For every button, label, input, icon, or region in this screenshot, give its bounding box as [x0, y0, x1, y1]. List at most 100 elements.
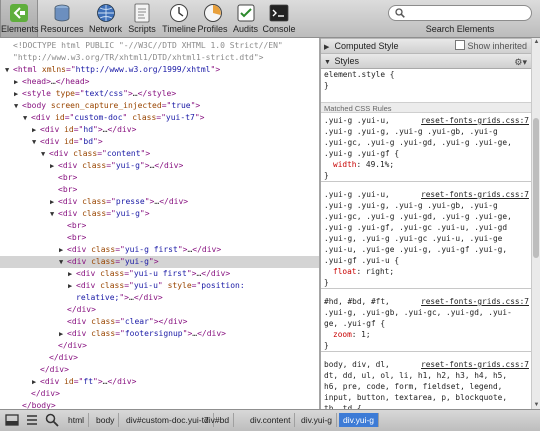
property-value[interactable]: right; [366, 267, 394, 276]
dom-node[interactable]: </div> [0, 304, 319, 316]
tab-profiles[interactable]: Profiles [196, 0, 229, 37]
breadcrumb-item[interactable]: div.yui-g [297, 413, 338, 427]
dom-node[interactable]: relative;">…</div> [0, 292, 319, 304]
element-style-rule[interactable]: element.style { } [321, 69, 531, 91]
scroll-up-icon[interactable]: ▲ [533, 38, 540, 46]
breadcrumb-item[interactable]: body [92, 413, 120, 427]
collapsed-arrow-icon[interactable]: ▶ [50, 196, 58, 208]
dom-node[interactable]: ▶ <div class="yui-u first">…</div> [0, 268, 319, 280]
computed-style-header[interactable]: ▶ Computed Style Show inherited [321, 38, 531, 54]
collapsed-arrow-icon[interactable]: ▶ [59, 244, 67, 256]
scroll-thumb[interactable] [533, 118, 539, 258]
collapsed-arrow-icon[interactable]: ▶ [14, 88, 22, 100]
dom-node[interactable]: ▼ <div class="content"> [0, 148, 319, 160]
dom-node[interactable]: ▶ <head>…</head> [0, 76, 319, 88]
collapsed-arrow-icon[interactable]: ▶ [14, 76, 22, 88]
collapsed-arrow-icon[interactable]: ▶ [50, 160, 58, 172]
dom-node[interactable]: <!DOCTYPE html PUBLIC "-//W3C//DTD XHTML… [0, 40, 319, 52]
dom-node[interactable]: ▶ <div class="presse">…</div> [0, 196, 319, 208]
dom-node[interactable]: ▼ <div id="bd"> [0, 136, 319, 148]
show-inherited-toggle[interactable]: Show inherited [455, 39, 527, 53]
css-rule[interactable]: #hd, #bd, #ft, reset-fonts-grids.css:7 .yu… [321, 296, 531, 352]
dom-node[interactable]: ▶ <div class="yui-g first">…</div> [0, 244, 319, 256]
expanded-arrow-icon[interactable]: ▼ [23, 112, 31, 124]
collapsed-arrow-icon[interactable]: ▶ [68, 280, 76, 292]
tab-scripts[interactable]: Scripts [123, 0, 161, 37]
expanded-arrow-icon[interactable]: ▼ [32, 136, 40, 148]
tab-timeline[interactable]: Timeline [162, 0, 196, 37]
tab-network[interactable]: Network [88, 0, 123, 37]
tab-console[interactable]: Console [262, 0, 296, 37]
markup-token: custom-doc [74, 113, 123, 122]
tab-resources[interactable]: Resources [37, 0, 87, 37]
inspect-search-icon[interactable] [44, 412, 60, 428]
markup-token: class [91, 245, 116, 254]
dom-node[interactable]: ▶ <div class="footersignup">…</div> [0, 328, 319, 340]
rule-source-link[interactable]: reset-fonts-grids.css:7 [418, 115, 529, 126]
collapsed-arrow-icon[interactable]: ▶ [32, 124, 40, 136]
dom-node[interactable]: </div> [0, 388, 319, 400]
sidebar-scrollbar[interactable]: ▲ ▼ [531, 38, 540, 409]
expanded-arrow-icon[interactable]: ▼ [50, 208, 58, 220]
css-property[interactable]: float: right; [321, 266, 531, 277]
search-input[interactable] [409, 6, 524, 20]
dom-node[interactable]: <br> [0, 220, 319, 232]
dock-icon[interactable] [4, 412, 20, 428]
checkbox-icon[interactable] [455, 40, 466, 50]
css-rule[interactable]: .yui-g .yui-u, reset-fonts-grids.css:7 .yu… [321, 115, 531, 182]
dom-node[interactable]: ▼ <html xmlns="http://www.w3.org/1999/xht… [0, 64, 319, 76]
dom-node[interactable]: </body> [0, 400, 319, 409]
breadcrumb-item[interactable]: div#bd [200, 413, 235, 427]
dom-node[interactable]: <div class="clear"></div> [0, 316, 319, 328]
css-rule[interactable]: .yui-g .yui-u, reset-fonts-grids.css:7 .yu… [321, 189, 531, 289]
dom-node[interactable]: ▼ <div class="yui-g"> [0, 208, 319, 220]
expanded-arrow-icon[interactable]: ▼ [59, 256, 67, 268]
property-name[interactable]: float [333, 267, 356, 276]
dom-node[interactable]: ▶ <div id="ft">…</div> [0, 376, 319, 388]
dom-node[interactable]: </div> [0, 364, 319, 376]
dom-node[interactable]: ▶ <div class="yui-g">…</div> [0, 160, 319, 172]
expanded-arrow-icon[interactable]: ▼ [14, 100, 22, 112]
search-field[interactable] [388, 5, 532, 21]
rule-source-link[interactable]: reset-fonts-grids.css:7 [418, 359, 529, 370]
property-value[interactable]: 49.1%; [366, 160, 394, 169]
dom-node-selected[interactable]: ▼ <div class="yui-g"> [0, 256, 319, 268]
console-toggle-icon[interactable] [24, 412, 40, 428]
expanded-arrow-icon[interactable]: ▼ [41, 148, 49, 160]
dom-node[interactable]: </div> [0, 352, 319, 364]
css-property[interactable]: zoom: 1; [321, 329, 531, 340]
collapsed-arrow-icon[interactable]: ▶ [68, 268, 76, 280]
markup-token: "> [186, 269, 197, 278]
property-name[interactable]: zoom [333, 330, 352, 339]
property-value[interactable]: 1; [361, 330, 370, 339]
styles-header[interactable]: ▼ Styles ⚙▾ [321, 53, 531, 69]
rule-source-link[interactable]: reset-fonts-grids.css:7 [418, 189, 529, 200]
css-property[interactable]: width: 49.1%; [321, 159, 531, 170]
rule-source-link[interactable]: reset-fonts-grids.css:7 [418, 296, 529, 307]
dom-node[interactable]: <br> [0, 184, 319, 196]
css-rule[interactable]: body, div, dl, reset-fonts-grids.css:7 dt,… [321, 359, 531, 409]
dom-node[interactable]: ▼ <div id="custom-doc" class="yui-t7"> [0, 112, 319, 124]
dom-node[interactable]: "http://www.w3.org/TR/xhtml1/DTD/xhtml1-… [0, 52, 319, 64]
property-name[interactable]: width [333, 160, 356, 169]
gear-icon[interactable]: ⚙▾ [514, 55, 527, 69]
dom-node[interactable]: <br> [0, 172, 319, 184]
expanded-arrow-icon[interactable]: ▼ [5, 64, 13, 76]
dom-node[interactable]: ▼ <body screen_capture_injected="true"> [0, 100, 319, 112]
dom-node[interactable]: ▶ <div id="hd">…</div> [0, 124, 319, 136]
dom-node[interactable]: <br> [0, 232, 319, 244]
rule-selector: ge, .yui-gf { [321, 318, 531, 329]
rule-selector: .yui-g .yui-gf { [321, 148, 531, 159]
tab-audits[interactable]: Audits [229, 0, 262, 37]
collapsed-arrow-icon[interactable]: ▶ [32, 376, 40, 388]
dom-node[interactable]: ▶ <div class="yui-u" style="position: [0, 280, 319, 292]
breadcrumb-item[interactable]: div.yui-g [339, 413, 380, 427]
dom-tree[interactable]: <!DOCTYPE html PUBLIC "-//W3C//DTD XHTML… [0, 38, 319, 409]
scroll-down-icon[interactable]: ▼ [533, 401, 540, 409]
tab-elements[interactable]: Elements [0, 0, 39, 37]
breadcrumb-item[interactable]: html [64, 413, 90, 427]
dom-node[interactable]: ▶ <style type="text/css">…</style> [0, 88, 319, 100]
collapsed-arrow-icon[interactable]: ▶ [59, 328, 67, 340]
dom-node[interactable]: </div> [0, 340, 319, 352]
breadcrumb-item[interactable]: div.content [246, 413, 296, 427]
